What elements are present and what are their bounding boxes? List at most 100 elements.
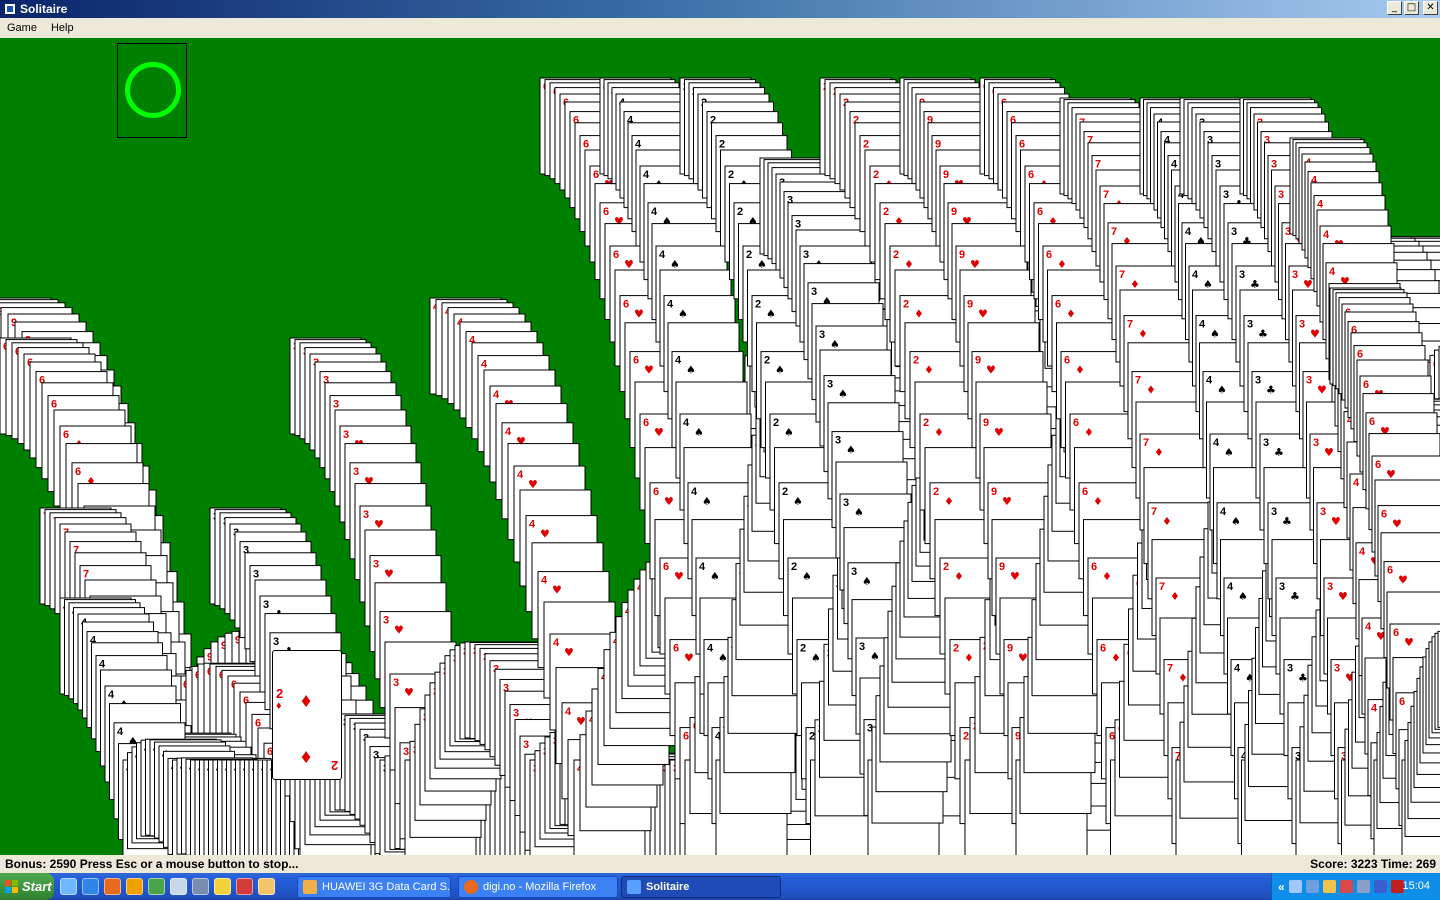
- trail-card-suit: ♦: [924, 364, 934, 377]
- trail-card-suit: ♦: [1084, 426, 1094, 439]
- trail-card-rank: 4: [1317, 199, 1324, 211]
- trail-card-rank: 7: [1135, 375, 1141, 387]
- trail-card-rank: 2: [782, 486, 788, 498]
- trail-card-suit: ♦: [934, 426, 944, 439]
- trail-card-suit: ♦: [1130, 278, 1140, 291]
- trail-card-rank: 6: [583, 139, 589, 151]
- trail-card-rank: 2: [963, 731, 969, 743]
- trail-card-rank: 9: [983, 417, 989, 429]
- trail-card-suit: ♥: [994, 426, 1004, 439]
- trail-card-suit: ♥: [576, 715, 586, 728]
- trail-card-rank: 4: [99, 659, 106, 671]
- trail-card-rank: 2: [923, 417, 929, 429]
- trail-card-rank: 7: [1151, 506, 1157, 518]
- trail-card-rank: 3: [353, 466, 359, 478]
- solitaire-app-icon[interactable]: [4, 3, 16, 15]
- trail-card-rank: 4: [635, 139, 642, 151]
- trail-card-suit: ♦: [1154, 446, 1164, 459]
- trail-card-suit: ♠: [862, 575, 872, 588]
- trail-card-suit: ♦: [1102, 570, 1112, 583]
- trail-card-suit: ♠: [838, 388, 848, 401]
- trail-card-suit: ♠: [718, 652, 728, 665]
- trail-card-rank: 9: [991, 486, 997, 498]
- trail-card-rank: 6: [1100, 643, 1106, 655]
- trail-card-rank: 3: [363, 509, 369, 521]
- trail-card-suit: ♦: [1057, 258, 1067, 271]
- trail-card-suit: ♦: [1146, 384, 1156, 397]
- trail-card-rank: 4: [517, 469, 524, 481]
- trail-card-rank: 3: [851, 566, 857, 578]
- trail-card-rank: 7: [1127, 319, 1133, 331]
- trail-card-rank: 4: [675, 355, 682, 367]
- trail-card-rank: 3: [1292, 269, 1298, 281]
- trail-card-rank: 3: [1320, 506, 1326, 518]
- bouncing-card-trails: 9♥9♥9♥9♥9♥9♥9♥9♥9♥9♥9♥9♥9♥9♥9♥9♥9♥9♥9♥9♥…: [0, 77, 1440, 855]
- trail-card-suit: ♦: [1111, 652, 1121, 665]
- trail-card-suit: ♥: [654, 426, 664, 439]
- trail-card-rank: 4: [1206, 375, 1213, 387]
- trail-card-rank: 7: [1095, 159, 1101, 171]
- trail-card-suit: ♥: [1018, 652, 1028, 665]
- menu-help[interactable]: Help: [44, 22, 81, 34]
- trail-card-rank: 6: [653, 486, 659, 498]
- trail-card-rank: 4: [659, 249, 666, 261]
- trail-card-suit: ♦: [1066, 308, 1076, 321]
- menu-game[interactable]: Game: [0, 22, 44, 34]
- trail-card-rank: 2: [728, 169, 734, 181]
- trail-card-rank: 6: [1055, 299, 1061, 311]
- trail-card-suit: ♥: [674, 570, 684, 583]
- trail-card-suit: ♠: [678, 308, 688, 321]
- trail-card-rank: 6: [623, 299, 629, 311]
- trail-card-rank: 3: [803, 249, 809, 261]
- trail-card-rank: 2: [953, 643, 959, 655]
- trail-card-suit: ♠: [1217, 384, 1227, 397]
- trail-card-rank: 6: [1019, 139, 1025, 151]
- trail-card-rank: 2: [809, 731, 815, 743]
- trail-card-rank: 6: [663, 561, 669, 573]
- trail-card-rank: 3: [1231, 226, 1237, 238]
- maximize-button[interactable]: □: [1404, 1, 1419, 15]
- trail-card-rank: 2: [719, 139, 725, 151]
- trail-card-rank: 9: [959, 249, 965, 261]
- trail-card-rank: 4: [541, 575, 548, 587]
- trail-card-suit: ♠: [1210, 328, 1220, 341]
- trail-card-suit: ♦: [1170, 590, 1180, 603]
- trail-card-rank: 2: [737, 206, 743, 218]
- trail-card-rank: 3: [1278, 189, 1284, 201]
- trail-card-rank: 3: [263, 599, 269, 611]
- trail-card-rank: 4: [1199, 319, 1206, 331]
- trail-card-rank: 2: [863, 139, 869, 151]
- minimize-button[interactable]: _: [1387, 1, 1402, 15]
- trail-card-rank: 4: [667, 299, 674, 311]
- trail-card-rank: 7: [83, 569, 89, 581]
- trail-card-rank: 7: [1159, 581, 1165, 593]
- trail-card-rank: 3: [273, 636, 279, 648]
- trail-card-rank: 4: [1365, 621, 1372, 633]
- trail-card-suit: ♥: [1317, 384, 1327, 397]
- trail-card-rank: 3: [383, 615, 389, 627]
- trail-card-rank: 4: [553, 637, 560, 649]
- trail-card-rank: 2: [893, 249, 899, 261]
- trail-card-suit: ♠: [686, 364, 696, 377]
- trail-card-suit: ♥: [540, 528, 550, 541]
- trail-card-suit: ♣: [1258, 328, 1268, 341]
- trail-card-rank: 4: [481, 359, 488, 371]
- trail-card-rank: 3: [835, 435, 841, 447]
- trail-card-suit: ♥: [394, 624, 404, 637]
- title-bar[interactable]: Solitaire _ □ ✕: [0, 0, 1440, 18]
- trail-card-suit: ♥: [384, 568, 394, 581]
- trail-card-rank: 3: [1239, 269, 1245, 281]
- trail-card-suit: ♥: [644, 364, 654, 377]
- trail-card-suit: ♠: [784, 426, 794, 439]
- trail-card-suit: ♦: [904, 258, 914, 271]
- trail-card-suit: ♠: [793, 495, 803, 508]
- trail-card-rank: 4: [529, 519, 536, 531]
- trail-card-suit: ♥: [404, 686, 414, 699]
- trail-card-suit: ♣: [1298, 672, 1308, 685]
- trail-card-suit: ♥: [1331, 515, 1341, 528]
- close-button[interactable]: ✕: [1423, 1, 1438, 15]
- game-board[interactable]: 9♥9♥9♥9♥9♥9♥9♥9♥9♥9♥9♥9♥9♥9♥9♥9♥9♥9♥9♥9♥…: [0, 38, 1440, 855]
- trail-card-rank: 3: [795, 219, 801, 231]
- trail-card-rank: 9: [1007, 643, 1013, 655]
- trail-card-suit: ♣: [1266, 384, 1276, 397]
